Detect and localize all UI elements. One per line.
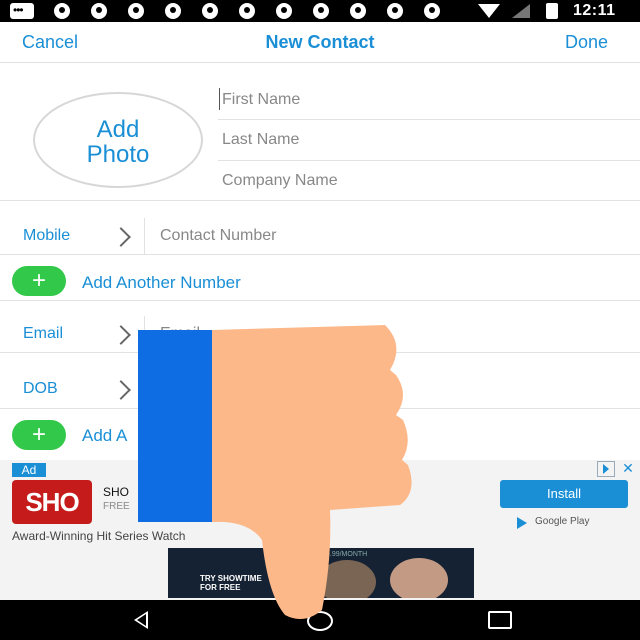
ad-description: Award-Winning Hit Series Watch Devices — [12, 529, 311, 543]
add-photo-button[interactable]: Add Photo — [33, 92, 203, 188]
nav-bar: New Contact Cancel Done — [0, 22, 640, 62]
divider — [0, 352, 640, 353]
add-photo-label-line1: Add — [96, 116, 140, 143]
bbm-icon — [10, 2, 34, 19]
email-field[interactable]: Email — [160, 325, 200, 343]
music-note-icon — [387, 3, 403, 19]
music-note-icon — [165, 3, 181, 19]
add-another-button[interactable]: Add A — [82, 426, 127, 446]
music-note-icon — [91, 3, 107, 19]
divider — [144, 316, 145, 352]
music-note-icon — [128, 3, 144, 19]
status-bar: 12:11 — [0, 0, 640, 22]
google-play-icon — [517, 517, 527, 529]
banner-photo — [318, 560, 376, 598]
divider — [0, 254, 640, 255]
music-note-icon — [54, 3, 70, 19]
divider — [218, 119, 640, 120]
divider — [144, 218, 145, 254]
google-play-badge: Google Play — [517, 516, 590, 529]
status-time: 12:11 — [573, 2, 616, 19]
system-nav-bar — [0, 600, 640, 640]
first-name-field[interactable]: First Name — [222, 91, 300, 109]
email-label[interactable]: Email — [23, 325, 63, 343]
recent-apps-icon[interactable] — [488, 611, 512, 629]
text-cursor — [219, 88, 220, 110]
done-button[interactable]: Done — [565, 32, 608, 53]
home-icon[interactable] — [307, 611, 333, 631]
contact-number-field[interactable]: Contact Number — [160, 227, 277, 245]
google-play-label: Google Play — [535, 516, 590, 527]
ad-logo: SHO — [12, 480, 92, 524]
music-note-icon — [424, 3, 440, 19]
ad-description-start: Award-Winning Hit Series Watch — [12, 529, 186, 543]
add-photo-label-line2: Photo — [86, 141, 150, 168]
divider — [0, 200, 640, 201]
battery-icon — [546, 3, 558, 19]
ad-image[interactable]: START JUST $10.99/MONTH TRY SHOWTIME FOR… — [168, 548, 474, 598]
cancel-button[interactable]: Cancel — [22, 32, 78, 53]
banner-photo — [390, 558, 448, 598]
signal-icon — [512, 4, 530, 18]
music-note-icon — [313, 3, 329, 19]
ad-choices-icon[interactable] — [597, 461, 615, 477]
add-field-icon[interactable]: + — [12, 420, 66, 450]
divider — [0, 408, 640, 409]
music-note-icon — [350, 3, 366, 19]
company-name-field[interactable]: Company Name — [222, 172, 338, 190]
ad-subtitle: FREE — [103, 501, 130, 512]
banner-cta-line2: FOR FREE — [200, 583, 241, 592]
music-note-icon — [202, 3, 218, 19]
ad-title: SHO — [103, 485, 130, 499]
add-number-icon[interactable]: + — [12, 266, 66, 296]
banner-cta-line1: TRY SHOWTIME — [200, 574, 262, 583]
dob-label[interactable]: DOB — [23, 380, 58, 398]
music-note-icon — [239, 3, 255, 19]
chevron-right-icon[interactable] — [111, 325, 131, 345]
banner-top-text: START JUST $10.99/MONTH — [274, 551, 368, 558]
close-icon[interactable]: ✕ — [619, 460, 637, 476]
add-another-number-button[interactable]: Add Another Number — [82, 273, 241, 293]
divider — [0, 300, 640, 301]
ad-description-end: Devices — [268, 529, 312, 543]
ad-banner[interactable]: Ad ✕ SHO SHO FREE Install Google Play Aw… — [0, 460, 640, 600]
banner-cta: TRY SHOWTIME FOR FREE — [200, 574, 262, 592]
chevron-right-icon[interactable] — [111, 380, 131, 400]
back-icon[interactable] — [134, 611, 148, 629]
mobile-label[interactable]: Mobile — [23, 227, 70, 245]
wifi-icon — [478, 4, 500, 18]
chevron-right-icon[interactable] — [111, 227, 131, 247]
divider — [218, 160, 640, 161]
last-name-field[interactable]: Last Name — [222, 131, 299, 149]
divider — [0, 62, 640, 63]
music-note-icon — [276, 3, 292, 19]
ad-tag: Ad — [12, 463, 46, 477]
page-title: New Contact — [265, 32, 375, 52]
install-button[interactable]: Install — [500, 480, 628, 508]
